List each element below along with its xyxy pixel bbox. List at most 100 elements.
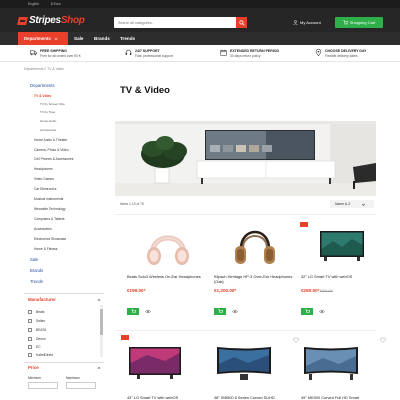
add-to-cart-button[interactable]: [301, 308, 313, 315]
price-filter-title[interactable]: Price: [28, 365, 39, 370]
tv-image: [320, 231, 364, 261]
eye-icon: [144, 309, 151, 314]
product-card[interactable]: 32" LG Smart TV with webOS €280.00* €359…: [300, 222, 383, 327]
quick-view-button[interactable]: [318, 308, 325, 315]
product-name[interactable]: Beats Solo3 Wireless On-Ear Headphones: [127, 274, 207, 279]
tv-image[interactable]: [301, 344, 361, 384]
nav-link-brands[interactable]: Brands: [94, 32, 110, 45]
product-image[interactable]: [214, 222, 296, 270]
sidebar-item-tv-video[interactable]: TV & Video: [34, 94, 51, 98]
search-input[interactable]: [114, 17, 234, 28]
brand-filter-option[interactable]: EC: [28, 345, 41, 349]
quick-view-button[interactable]: [231, 308, 238, 315]
product-name[interactable]: 43" LG Smart TV with webOS: [127, 395, 178, 400]
product-card[interactable]: Beats Solo3 Wireless On-Ear Headphones €…: [127, 222, 209, 327]
brand-filter-option[interactable]: Sellen: [28, 319, 45, 323]
sidebar-item[interactable]: Home Audio & Theater: [34, 138, 67, 142]
sidebar-subitem[interactable]: Home Audio: [40, 119, 56, 123]
product-name[interactable]: 48" ISB500 8 Series Curved SUHD: [214, 395, 275, 400]
sidebar-item[interactable]: Home & Fitness: [34, 247, 57, 251]
product-image[interactable]: [301, 222, 383, 270]
sidebar-item-trends[interactable]: Trends: [30, 279, 43, 284]
search-button[interactable]: [236, 17, 247, 28]
chevron-up-icon[interactable]: [97, 366, 101, 370]
location-pin-icon: [315, 49, 322, 56]
price-min-input[interactable]: [28, 382, 58, 389]
product-name[interactable]: Klipsch Heritage HP-3 Over-Ear Headphone…: [214, 274, 294, 285]
nav-link-trends[interactable]: Trends: [120, 32, 135, 45]
cart-button[interactable]: Shopping Cart: [335, 17, 383, 28]
sidebar-item[interactable]: Computers & Tablets: [34, 217, 65, 221]
checkbox[interactable]: [28, 310, 32, 314]
sidebar-item[interactable]: Accessories: [34, 227, 52, 231]
departments-menu-button[interactable]: Departments: [18, 32, 68, 45]
sidebar-item[interactable]: Car Electronics: [34, 187, 56, 191]
sidebar-item[interactable]: Wearable Technology: [34, 207, 66, 211]
add-to-cart-button[interactable]: [127, 308, 139, 315]
cart-label: Shopping Cart: [349, 20, 376, 25]
brand-filter-option[interactable]: Beats: [28, 310, 44, 314]
product-name[interactable]: 32" LG Smart TV with webOS: [301, 274, 381, 279]
main-nav: Departments Sale Brands Trends: [0, 32, 400, 45]
sidebar-item-brands[interactable]: Brands: [30, 268, 43, 273]
sidebar-item[interactable]: Video Games: [34, 177, 54, 181]
features-bar: FREE SHIPPING Free for all orders over 50…: [0, 45, 400, 62]
sidebar-item[interactable]: Musical Instruments: [34, 197, 63, 201]
cart-icon: [217, 309, 223, 313]
eye-icon: [231, 309, 238, 314]
brand-list-scrollbar[interactable]: [100, 305, 103, 357]
product-name[interactable]: 49" MK900 Curved Full HD Smart: [301, 395, 359, 400]
manufacturer-filter-title[interactable]: Manufacturer: [28, 297, 56, 302]
sidebar-heading[interactable]: Departments: [30, 83, 55, 88]
cart-icon: [342, 20, 348, 25]
feature-title: 24/7 SUPPORT: [135, 49, 160, 53]
account-link[interactable]: My Account: [293, 17, 321, 28]
heart-icon[interactable]: [293, 337, 299, 343]
logo-mark-icon: [17, 17, 28, 25]
brand-label: Denon: [36, 337, 46, 341]
sidebar-item[interactable]: Cell Phones & Accessories: [34, 157, 73, 161]
feature-subtitle: Flexible delivery dates: [325, 53, 358, 58]
cart-icon: [130, 309, 136, 313]
currency-selector[interactable]: $ Euro: [51, 2, 61, 6]
tv-image[interactable]: [127, 345, 183, 381]
product-old-price: €359.00*: [320, 289, 333, 293]
sidebar-subitem[interactable]: Accessories: [40, 128, 56, 132]
breadcrumb[interactable]: Departments // TV & Video: [24, 67, 64, 71]
product-card[interactable]: Klipsch Heritage HP-3 Over-Ear Headphone…: [214, 222, 296, 327]
add-to-cart-button[interactable]: [214, 308, 226, 315]
sidebar-item[interactable]: Electronics Showcase: [34, 237, 66, 241]
living-room-tv-illustration: [115, 121, 376, 196]
feature-title: CHOOSE DELIVERY DAY: [325, 49, 367, 53]
checkbox[interactable]: [28, 345, 32, 349]
quick-view-button[interactable]: [144, 308, 151, 315]
checkbox[interactable]: [28, 337, 32, 341]
brand-label: EC: [36, 345, 41, 349]
nav-link-sale[interactable]: Sale: [74, 32, 83, 45]
logo-text-primary: Stripes: [29, 15, 61, 26]
product-price: €280.00*: [301, 288, 320, 293]
product-image[interactable]: [127, 222, 209, 270]
scrollbar-thumb[interactable]: [100, 309, 103, 335]
brand-filter-option[interactable]: Denon: [28, 337, 46, 341]
brand-filter-option[interactable]: KabelDirekt: [28, 353, 53, 357]
sidebar-item[interactable]: Headphones: [34, 167, 53, 171]
sidebar-subitem[interactable]: TV by Screen Size: [40, 102, 65, 106]
checkbox[interactable]: [28, 319, 32, 323]
sidebar-subitem[interactable]: TV by Type: [40, 110, 55, 114]
chevron-up-icon[interactable]: [97, 298, 101, 302]
feature-subtitle: Fast, professional support: [135, 53, 173, 58]
heart-icon[interactable]: [380, 337, 386, 343]
sort-select[interactable]: Name A-Z: [330, 200, 374, 208]
logo[interactable]: StripesShop: [17, 15, 85, 26]
price-max-input[interactable]: [66, 382, 96, 389]
checkbox[interactable]: [28, 328, 32, 332]
language-selector[interactable]: English: [28, 2, 39, 6]
filter-divider: [24, 362, 104, 363]
sidebar-item[interactable]: Camera, Photo & Video: [34, 148, 69, 152]
brand-filter-option[interactable]: BEATA: [28, 328, 46, 332]
eye-icon: [318, 309, 325, 314]
checkbox[interactable]: [28, 353, 32, 357]
sidebar-item-sale[interactable]: Sale: [30, 257, 38, 262]
tv-image[interactable]: [214, 344, 274, 384]
